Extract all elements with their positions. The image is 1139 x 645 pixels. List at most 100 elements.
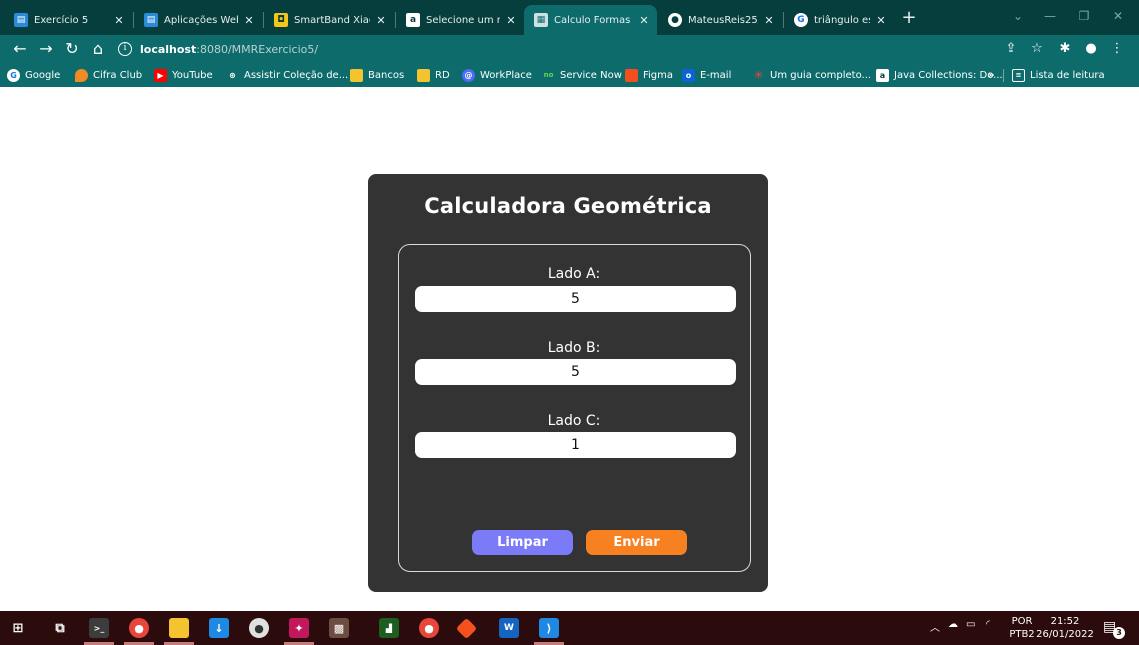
- reload-icon[interactable]: ↻: [60, 37, 84, 61]
- notification-center-icon[interactable]: ▤ 3: [1103, 619, 1125, 639]
- outlook-icon: o: [682, 68, 695, 82]
- close-icon[interactable]: ✕: [874, 14, 888, 27]
- reading-list-icon: ≡: [1012, 68, 1025, 82]
- tab-aplicacoes-web[interactable]: ▤ Aplicações Web I ✕: [134, 5, 262, 35]
- tab-title: Aplicações Web I: [164, 14, 238, 26]
- classroom-icon: ▤: [144, 13, 158, 27]
- notification-count: 3: [1113, 627, 1125, 639]
- browser-toolbar: ← → ↻ ⌂ i localhost:8080/MMRExercicio5/ …: [0, 35, 1139, 63]
- bookmark-guia[interactable]: ✳ Um guia completo...: [752, 67, 871, 83]
- new-tab-button[interactable]: +: [898, 7, 920, 29]
- vscode-icon[interactable]: ⟩: [539, 618, 559, 638]
- app-icon[interactable]: ▩: [329, 618, 349, 638]
- bookmark-java-collections[interactable]: a Java Collections: Do...: [876, 67, 1003, 83]
- github-desktop-icon[interactable]: ●: [249, 618, 269, 638]
- word-icon[interactable]: W: [499, 618, 519, 638]
- windows-start-icon[interactable]: ⊞: [8, 618, 28, 638]
- side-a-input[interactable]: [415, 286, 736, 312]
- bookmark-youtube[interactable]: ▶ YouTube: [154, 67, 213, 83]
- github-icon: ●: [668, 13, 682, 27]
- cifra-icon: [75, 68, 88, 82]
- address-bar[interactable]: i localhost:8080/MMRExercicio5/: [118, 39, 988, 59]
- close-icon[interactable]: ✕: [374, 14, 388, 27]
- bookmark-cifra-club[interactable]: Cifra Club: [75, 67, 142, 83]
- minimize-icon[interactable]: —: [1032, 4, 1068, 28]
- tab-smartband[interactable]: ◘ SmartBand Xiaom ✕: [264, 5, 394, 35]
- a-icon: a: [876, 68, 889, 82]
- bookmark-label: E-mail: [700, 69, 732, 81]
- tab-title: SmartBand Xiaom: [294, 14, 370, 26]
- file-explorer-icon[interactable]: [169, 618, 189, 638]
- git-icon[interactable]: [455, 617, 478, 640]
- battery-icon[interactable]: ▭: [966, 619, 975, 630]
- side-b-label: Lado B:: [547, 340, 601, 356]
- extensions-icon[interactable]: ✱: [1054, 39, 1076, 59]
- home-icon[interactable]: ⌂: [86, 37, 110, 61]
- download-manager-icon[interactable]: ↓: [209, 618, 229, 638]
- task-view-icon[interactable]: ⧉: [50, 618, 70, 638]
- clear-button[interactable]: Limpar: [472, 530, 573, 555]
- side-c-input[interactable]: [415, 432, 736, 458]
- bookmarks-bar: G Google Cifra Club ▶ YouTube ⊛ Assistir…: [0, 63, 1139, 87]
- page-icon: ▦: [534, 13, 548, 27]
- figma-icon: [625, 68, 638, 82]
- close-icon[interactable]: ✕: [637, 14, 651, 27]
- profile-avatar-icon[interactable]: ●: [1080, 39, 1102, 59]
- restore-icon[interactable]: ❐: [1066, 4, 1102, 28]
- tab-triangulo[interactable]: G triângulo escalen ✕: [784, 5, 894, 35]
- folder-icon: [350, 68, 363, 82]
- submit-button[interactable]: Enviar: [586, 530, 687, 555]
- menu-kebab-icon[interactable]: ⋮: [1106, 39, 1128, 59]
- reading-list-button[interactable]: ≡ Lista de leitura: [1012, 67, 1105, 83]
- tab-selecione[interactable]: a Selecione um mé ✕: [396, 5, 524, 35]
- show-hidden-icons-icon[interactable]: ︿: [930, 619, 940, 634]
- clock-time: 21:52: [1050, 616, 1080, 627]
- tab-exercicio-5[interactable]: ▤ Exercício 5 ✕: [4, 5, 132, 35]
- chrome-icon[interactable]: ●: [419, 618, 439, 638]
- bookmark-google[interactable]: G Google: [7, 67, 60, 83]
- google-icon: G: [7, 68, 20, 82]
- side-b-input[interactable]: [415, 359, 736, 385]
- bookmark-label: Google: [25, 69, 61, 81]
- bookmark-label: Java Collections: Do...: [894, 69, 1003, 81]
- tab-title: MateusReis25/M: [688, 14, 758, 26]
- bookmark-label: Assistir Coleção de...: [244, 69, 349, 81]
- bookmark-assistir[interactable]: ⊛ Assistir Coleção de...: [226, 67, 348, 83]
- close-icon[interactable]: ✕: [242, 14, 256, 27]
- tab-github[interactable]: ● MateusReis25/M ✕: [658, 5, 782, 35]
- bookmark-star-icon[interactable]: ☆: [1026, 39, 1048, 59]
- close-icon[interactable]: ✕: [504, 14, 518, 27]
- close-window-icon[interactable]: ✕: [1100, 4, 1136, 28]
- close-icon[interactable]: ✕: [112, 14, 126, 27]
- bookmarks-overflow-button[interactable]: »: [988, 67, 994, 83]
- bookmark-figma[interactable]: Figma: [625, 67, 673, 83]
- terminal-icon[interactable]: >_: [89, 618, 109, 638]
- site-info-icon[interactable]: i: [118, 42, 132, 56]
- wifi-icon[interactable]: ◜: [986, 619, 990, 630]
- app-icon[interactable]: ✦: [289, 618, 309, 638]
- bookmark-bancos[interactable]: Bancos: [350, 67, 404, 83]
- bookmark-service-now[interactable]: no Service Now: [542, 67, 622, 83]
- bookmark-label: Bancos: [368, 69, 405, 81]
- tab-search-icon[interactable]: ⌄: [1000, 4, 1036, 28]
- forward-icon[interactable]: →: [34, 37, 58, 61]
- share-icon[interactable]: ⇪: [1000, 39, 1022, 59]
- url-path: :8080/MMRExercicio5/: [196, 42, 319, 56]
- close-icon[interactable]: ✕: [762, 14, 776, 27]
- workplace-icon: @: [462, 68, 475, 82]
- chart-app-icon[interactable]: ▟: [379, 618, 399, 638]
- onedrive-icon[interactable]: ☁: [948, 619, 958, 630]
- back-icon[interactable]: ←: [8, 37, 32, 61]
- chrome-icon[interactable]: ●: [129, 618, 149, 638]
- bookmark-label: YouTube: [172, 69, 213, 81]
- bookmark-workplace[interactable]: @ WorkPlace: [462, 67, 532, 83]
- tab-calculo-formas[interactable]: ▦ Calculo Formas G ✕: [524, 5, 657, 35]
- bookmark-rd[interactable]: RD: [417, 67, 450, 83]
- bookmark-label: WorkPlace: [480, 69, 532, 81]
- side-a-label: Lado A:: [547, 266, 601, 282]
- bookmark-email[interactable]: o E-mail: [682, 67, 731, 83]
- tab-strip: ▤ Exercício 5 ✕ ▤ Aplicações Web I ✕ ◘ S…: [0, 0, 1139, 35]
- language-indicator[interactable]: POR PTB2: [1008, 615, 1036, 641]
- side-c-label: Lado C:: [547, 413, 601, 429]
- system-clock[interactable]: 21:52 26/01/2022: [1035, 615, 1095, 641]
